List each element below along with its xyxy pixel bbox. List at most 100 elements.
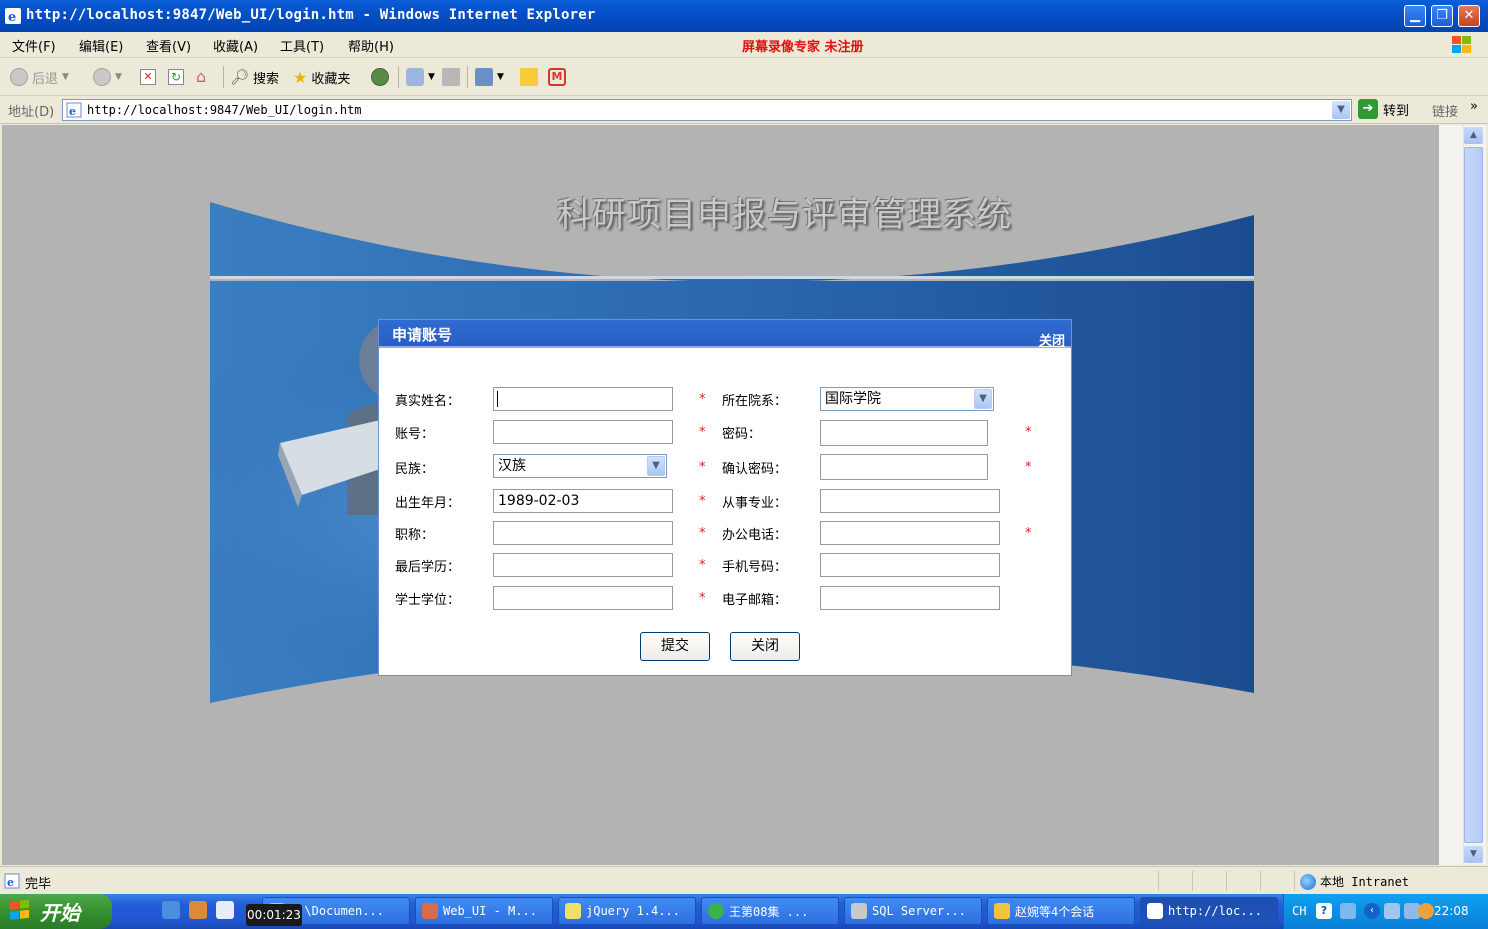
security-zone[interactable]: 本地 Intranet (1300, 873, 1409, 890)
monitor-icon[interactable] (1384, 903, 1400, 919)
home-button[interactable]: ⌂ (196, 66, 214, 88)
m-logo-icon: M (548, 68, 566, 86)
toolbar-separator (398, 66, 399, 88)
print-button[interactable] (442, 66, 460, 88)
page-done-icon: e (4, 873, 20, 889)
confirm-password-label: 确认密码： (722, 462, 788, 477)
links-button[interactable]: 链接 (1432, 101, 1458, 120)
system-tray: CH ? ‹ 22:08 (1283, 894, 1488, 929)
windows-flag-icon (10, 900, 29, 920)
degree-input[interactable] (493, 586, 673, 610)
scroll-up-icon[interactable]: ▲ (1464, 127, 1483, 144)
minimize-button[interactable]: ▁ (1404, 5, 1426, 27)
real-name-input[interactable] (493, 387, 673, 411)
go-button[interactable]: ➔ 转到 (1358, 99, 1409, 119)
scroll-down-icon[interactable]: ▼ (1464, 846, 1483, 863)
messenger-button[interactable] (520, 66, 538, 88)
status-divider (1158, 871, 1159, 891)
mobile-input[interactable] (820, 553, 1000, 577)
ethnicity-select[interactable]: 汉族 ▼ (493, 454, 667, 478)
address-dropdown-icon[interactable]: ▼ (1332, 101, 1350, 119)
dialog-close-link[interactable]: 关闭 (1039, 330, 1065, 349)
dialog-header: 申请账号 关闭 (379, 320, 1071, 349)
history-icon (371, 68, 389, 86)
address-label: 地址(D) (8, 105, 55, 120)
edit-button[interactable]: ▼ (475, 66, 504, 88)
dialog-title: 申请账号 (392, 326, 453, 344)
close-window-button[interactable]: ✕ (1458, 5, 1480, 27)
refresh-button[interactable]: ↻ (168, 66, 184, 88)
task-ie[interactable]: http://loc... (1140, 897, 1278, 925)
history-button[interactable] (371, 66, 389, 88)
office-phone-input[interactable] (820, 521, 1000, 545)
back-button[interactable]: 后退 ▼ (10, 66, 69, 88)
back-dropdown-icon: ▼ (62, 72, 69, 82)
quicklaunch-app-icon[interactable] (189, 901, 207, 919)
qq-icon[interactable] (1418, 903, 1434, 919)
task-label: C:\Documen... (290, 904, 384, 918)
department-select[interactable]: 国际学院 ▼ (820, 387, 994, 411)
address-input[interactable]: e http://localhost:9847/Web_UI/login.htm… (62, 99, 1352, 121)
password-input[interactable] (820, 420, 988, 446)
start-button[interactable]: 开始 (0, 894, 112, 929)
birthdate-input[interactable]: 1989-02-03 (493, 489, 673, 513)
chevron-down-icon[interactable]: ▼ (974, 389, 992, 409)
mail-button[interactable]: ▼ (406, 66, 435, 88)
status-text: 完毕 (25, 877, 52, 892)
email-input[interactable] (820, 586, 1000, 610)
globe-icon (1300, 873, 1316, 890)
scrollbar-thumb[interactable] (1464, 147, 1483, 843)
favorites-button[interactable]: ★ 收藏夹 (293, 66, 350, 88)
task-video[interactable]: 王第08集 ... (701, 897, 839, 925)
required-mark: * (699, 392, 706, 407)
chevron-down-icon[interactable]: ▼ (647, 456, 665, 476)
office-phone-label: 办公电话： (722, 528, 788, 543)
confirm-password-input[interactable] (820, 454, 988, 480)
menu-edit[interactable]: 编辑(E) (79, 36, 123, 55)
menu-favorites[interactable]: 收藏(A) (213, 36, 258, 55)
submit-button[interactable]: 提交 (640, 632, 710, 661)
major-label: 从事专业： (722, 496, 788, 511)
recorder-notice: 屏幕录像专家 未注册 (742, 40, 864, 55)
chevron-right-icon[interactable]: » (1470, 99, 1478, 114)
svg-text:e: e (69, 105, 76, 118)
network-icon[interactable] (1340, 903, 1356, 919)
help-icon[interactable]: ? (1316, 903, 1332, 919)
chevron-left-icon[interactable]: ‹ (1364, 903, 1380, 919)
job-title-input[interactable] (493, 521, 673, 545)
ie-icon: e (5, 8, 21, 25)
account-input[interactable] (493, 420, 673, 444)
menu-help[interactable]: 帮助(H) (348, 36, 394, 55)
m-button[interactable]: M (548, 66, 566, 88)
task-chat[interactable]: 赵婉等4个会话 (987, 897, 1135, 925)
favorites-label: 收藏夹 (311, 71, 351, 87)
task-label: jQuery 1.4... (586, 904, 680, 918)
edit-page-icon (475, 68, 493, 86)
quicklaunch-desktop-icon[interactable] (216, 901, 234, 919)
menu-tools[interactable]: 工具(T) (280, 36, 324, 55)
zone-text: 本地 Intranet (1320, 875, 1410, 889)
clock: 22:08 (1434, 904, 1469, 918)
menu-view[interactable]: 查看(V) (146, 36, 191, 55)
search-button[interactable]: 🔎︎ 搜索 (230, 66, 279, 88)
forward-button[interactable]: ▼ (93, 66, 122, 88)
help-doc-icon (565, 903, 581, 919)
task-web-ui[interactable]: Web_UI - M... (415, 897, 553, 925)
task-sql-server[interactable]: SQL Server... (844, 897, 982, 925)
department-value: 国际学院 (825, 391, 881, 407)
task-jquery[interactable]: jQuery 1.4... (558, 897, 696, 925)
mail-icon (406, 68, 424, 86)
education-input[interactable] (493, 553, 673, 577)
real-name-label: 真实姓名： (395, 394, 461, 409)
quicklaunch-ie-icon[interactable] (162, 901, 180, 919)
major-input[interactable] (820, 489, 1000, 513)
dialog-close-button[interactable]: 关闭 (730, 632, 800, 661)
window-title-bar[interactable]: e http://localhost:9847/Web_UI/login.htm… (0, 0, 1488, 32)
language-indicator[interactable]: CH (1292, 904, 1306, 918)
stop-button[interactable]: ✕ (140, 66, 156, 88)
restore-button[interactable]: ❐ (1431, 5, 1453, 27)
status-divider (1260, 871, 1261, 891)
vertical-scrollbar[interactable]: ▲ ▼ (1439, 125, 1486, 865)
menu-file[interactable]: 文件(F) (12, 36, 56, 55)
birthdate-label: 出生年月： (395, 496, 461, 511)
